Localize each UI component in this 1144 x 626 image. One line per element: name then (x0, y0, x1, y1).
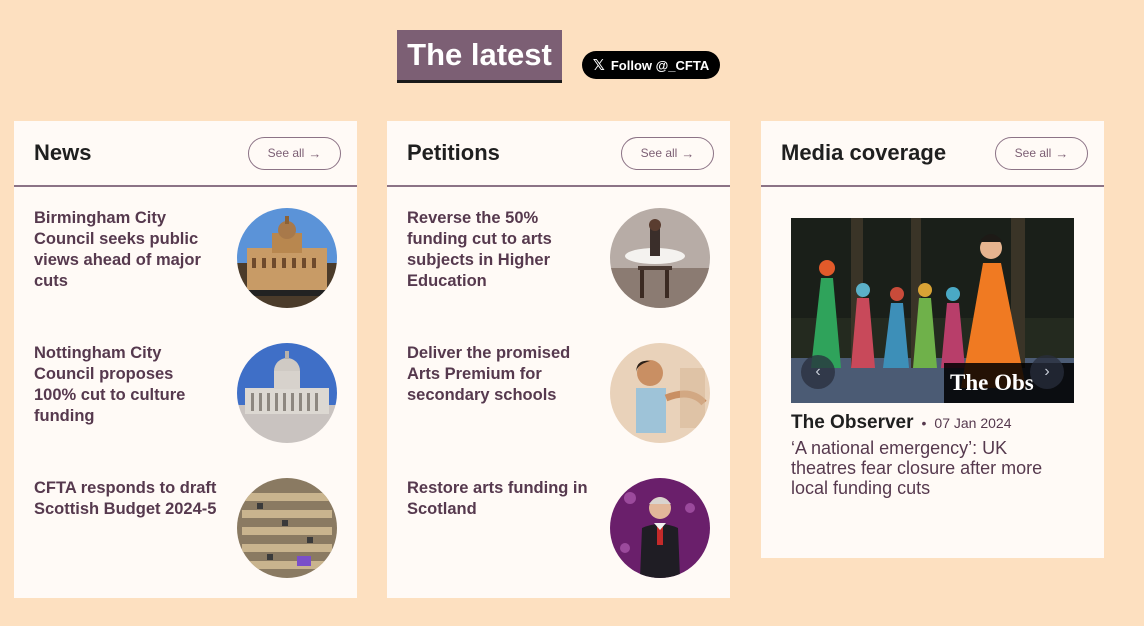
carousel-next-button[interactable]: › (1030, 355, 1064, 389)
media-headline[interactable]: ‘A national emergency’: UK theatres fear… (791, 438, 1051, 498)
arrow-right-icon: → (681, 145, 695, 161)
meta-separator: • (921, 415, 927, 431)
page: The latest 𝕏 Follow @_CFTA News See all … (0, 0, 1144, 626)
arrow-right-icon: → (308, 145, 322, 161)
see-all-label: See all (267, 146, 305, 160)
petition-item-thumbnail[interactable] (610, 343, 710, 443)
petition-item[interactable]: Deliver the promised Arts Premium for se… (407, 343, 710, 443)
media-image[interactable]: ‹ The Obs › (791, 218, 1074, 403)
see-all-label: See all (640, 146, 678, 160)
follow-label: Follow @_CFTA (610, 57, 710, 73)
petition-item-title[interactable]: Reverse the 50% funding cut to arts subj… (407, 208, 592, 292)
news-card: News See all → Birmingham City Council s… (14, 121, 357, 598)
news-item-title[interactable]: CFTA responds to draft Scottish Budget 2… (34, 478, 219, 520)
media-see-all-button[interactable]: See all → (995, 136, 1088, 170)
carousel-prev-button[interactable]: ‹ (801, 355, 835, 389)
media-source: The Observer (791, 412, 914, 433)
petitions-card: Petitions See all → Reverse the 50% fund… (387, 121, 730, 598)
chevron-left-icon: ‹ (815, 363, 821, 380)
news-card-header: News See all → (14, 121, 357, 187)
media-meta: The Observer • 07 Jan 2024 (791, 412, 1011, 434)
news-item[interactable]: CFTA responds to draft Scottish Budget 2… (34, 478, 337, 578)
news-item[interactable]: Birmingham City Council seeks public vie… (34, 208, 337, 308)
petitions-card-header: Petitions See all → (387, 121, 730, 187)
petition-item-thumbnail[interactable] (610, 208, 710, 308)
section-title: The latest (397, 30, 562, 83)
petition-item-thumbnail[interactable] (610, 478, 710, 578)
media-card-title: Media coverage (781, 140, 947, 165)
arrow-right-icon: → (1055, 145, 1069, 161)
news-item-title[interactable]: Birmingham City Council seeks public vie… (34, 208, 219, 292)
follow-button[interactable]: 𝕏 Follow @_CFTA (582, 51, 720, 79)
petition-item-title[interactable]: Restore arts funding in Scotland (407, 478, 592, 520)
media-card: Media coverage See all → ‹ The Obs › The… (761, 121, 1104, 558)
news-card-title: News (34, 140, 92, 165)
see-all-label: See all (1014, 146, 1052, 160)
news-see-all-button[interactable]: See all → (248, 136, 341, 170)
news-item-thumbnail[interactable] (237, 478, 337, 578)
news-item-title[interactable]: Nottingham City Council proposes 100% cu… (34, 343, 219, 427)
media-date: 07 Jan 2024 (934, 415, 1012, 431)
petitions-see-all-button[interactable]: See all → (621, 136, 714, 170)
news-item-thumbnail[interactable] (237, 208, 337, 308)
petitions-card-title: Petitions (407, 140, 500, 165)
petition-item[interactable]: Restore arts funding in Scotland (407, 478, 710, 578)
news-item-thumbnail[interactable] (237, 343, 337, 443)
news-item[interactable]: Nottingham City Council proposes 100% cu… (34, 343, 337, 443)
chevron-right-icon: › (1044, 363, 1050, 380)
petition-item-title[interactable]: Deliver the promised Arts Premium for se… (407, 343, 592, 406)
x-logo-icon: 𝕏 (592, 56, 605, 74)
petition-item[interactable]: Reverse the 50% funding cut to arts subj… (407, 208, 710, 308)
media-card-header: Media coverage See all → (761, 121, 1104, 187)
